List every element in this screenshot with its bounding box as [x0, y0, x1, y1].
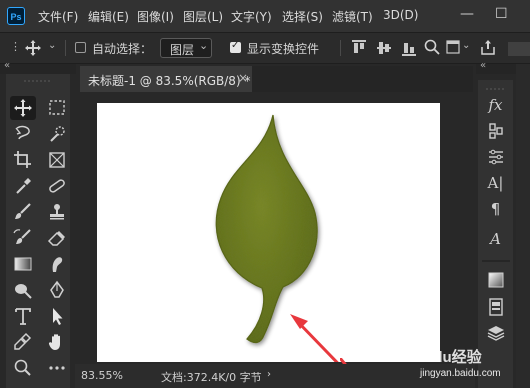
watermark-url: jingyan.baidu.com: [420, 368, 501, 379]
zoom-level[interactable]: 83.55%: [81, 369, 123, 382]
divider: [65, 40, 66, 56]
frame-tool-icon[interactable]: [44, 148, 70, 172]
fx-icon[interactable]: fx: [478, 96, 513, 114]
status-bar: 83.55% 文档:372.4K/0 字节 ›: [75, 364, 475, 388]
eraser-tool-icon[interactable]: [44, 226, 70, 250]
swatches-icon[interactable]: [478, 272, 513, 292]
auto-select-label: 自动选择：: [92, 42, 153, 56]
more-tools-icon[interactable]: [44, 356, 70, 380]
align-top-icon[interactable]: [352, 40, 366, 56]
chevron-down-icon: ⌄: [199, 39, 209, 52]
menu-edit[interactable]: 编辑(E): [88, 8, 129, 25]
document-tab-label: 未标题-1 @ 83.5%(RGB/8) *: [88, 74, 251, 88]
toolbar-collapse-strip[interactable]: «: [0, 60, 76, 74]
menu-type[interactable]: 文字(Y): [231, 8, 272, 25]
chevron-down-icon[interactable]: ⌄: [48, 40, 56, 51]
double-chevron-icon: «: [480, 60, 487, 71]
grip-icon: ⋮: [10, 40, 21, 53]
layer-select-dropdown[interactable]: 图层 ⌄: [160, 38, 212, 58]
chevron-down-icon[interactable]: ⌄: [462, 40, 470, 51]
brush-tool-icon[interactable]: [10, 200, 36, 224]
menu-select[interactable]: 选择(S): [282, 8, 323, 25]
panel-collapse-strip[interactable]: «: [476, 60, 516, 74]
marquee-tool-icon[interactable]: [44, 96, 70, 120]
share-icon[interactable]: [480, 39, 496, 55]
adjustments-icon[interactable]: [478, 122, 513, 144]
layer-select-value: 图层: [170, 43, 195, 57]
move-tool-icon[interactable]: [10, 96, 36, 120]
type-tool-icon[interactable]: [10, 304, 36, 328]
crop-tool-icon[interactable]: [10, 148, 36, 172]
character-icon[interactable]: A|: [478, 174, 513, 192]
double-chevron-icon: «: [4, 60, 11, 71]
document-info[interactable]: 文档:372.4K/0 字节: [161, 369, 262, 385]
watermark-logo: Baidu经验: [410, 349, 482, 366]
canvas-artwork: [215, 114, 357, 383]
options-overflow[interactable]: [508, 42, 530, 56]
document-tab[interactable]: 未标题-1 @ 83.5%(RGB/8) * ×: [80, 66, 252, 92]
menu-image[interactable]: 图像(I): [137, 8, 174, 25]
panel-grip[interactable]: [482, 82, 510, 90]
panel-scroll-strip[interactable]: [516, 64, 530, 388]
libraries-icon[interactable]: [478, 298, 513, 320]
eyedropper-tool-icon[interactable]: [10, 174, 36, 198]
photoshop-logo[interactable]: Ps: [7, 7, 25, 25]
layers-icon[interactable]: [478, 324, 513, 346]
lasso-tool-icon[interactable]: [10, 122, 36, 146]
clone-stamp-tool-icon[interactable]: [44, 200, 70, 224]
healing-tool-icon[interactable]: [44, 174, 70, 198]
menu-filter[interactable]: 滤镜(T): [332, 8, 373, 25]
quick-select-tool-icon[interactable]: [44, 122, 70, 146]
menu-bar: Ps 文件(F) 编辑(E) 图像(I) 图层(L) 文字(Y) 选择(S) 滤…: [0, 0, 530, 32]
toolbar-grip[interactable]: [6, 74, 70, 82]
history-brush-tool-icon[interactable]: [10, 226, 36, 250]
zoom-tool-icon[interactable]: [10, 356, 36, 380]
menu-file[interactable]: 文件(F): [38, 8, 78, 25]
document-canvas[interactable]: [97, 103, 440, 383]
move-options-icon[interactable]: [24, 39, 42, 57]
close-icon[interactable]: ×: [238, 71, 248, 85]
gradient-tool-icon[interactable]: [10, 252, 36, 276]
shape-tool-icon[interactable]: [10, 330, 36, 354]
glyphs-icon[interactable]: A: [478, 230, 513, 248]
dodge-tool-icon[interactable]: [10, 278, 36, 302]
divider: [482, 260, 510, 262]
show-transform-label: 显示变换控件: [247, 42, 320, 56]
pen-tool-icon[interactable]: [44, 278, 70, 302]
align-vcenter-icon[interactable]: [377, 40, 391, 56]
align-bottom-icon[interactable]: [402, 40, 416, 56]
path-select-tool-icon[interactable]: [44, 304, 70, 328]
auto-select-checkbox[interactable]: [75, 42, 86, 53]
smudge-tool-icon[interactable]: [44, 252, 70, 276]
hand-tool-icon[interactable]: [44, 330, 70, 354]
chevron-right-icon[interactable]: ›: [267, 369, 271, 380]
leaf-shape: [215, 114, 318, 344]
divider: [340, 40, 341, 56]
minimize-button[interactable]: —: [460, 6, 474, 22]
search-icon[interactable]: [424, 39, 440, 55]
menu-layer[interactable]: 图层(L): [183, 8, 223, 25]
show-transform-checkbox[interactable]: [230, 40, 241, 53]
menu-3d[interactable]: 3D(D): [383, 8, 418, 22]
paragraph-icon[interactable]: ¶: [478, 200, 513, 218]
maximize-button[interactable]: ☐: [495, 6, 508, 22]
red-arrow: [290, 314, 357, 383]
properties-icon[interactable]: [478, 148, 513, 170]
workspace-icon[interactable]: [446, 40, 460, 54]
